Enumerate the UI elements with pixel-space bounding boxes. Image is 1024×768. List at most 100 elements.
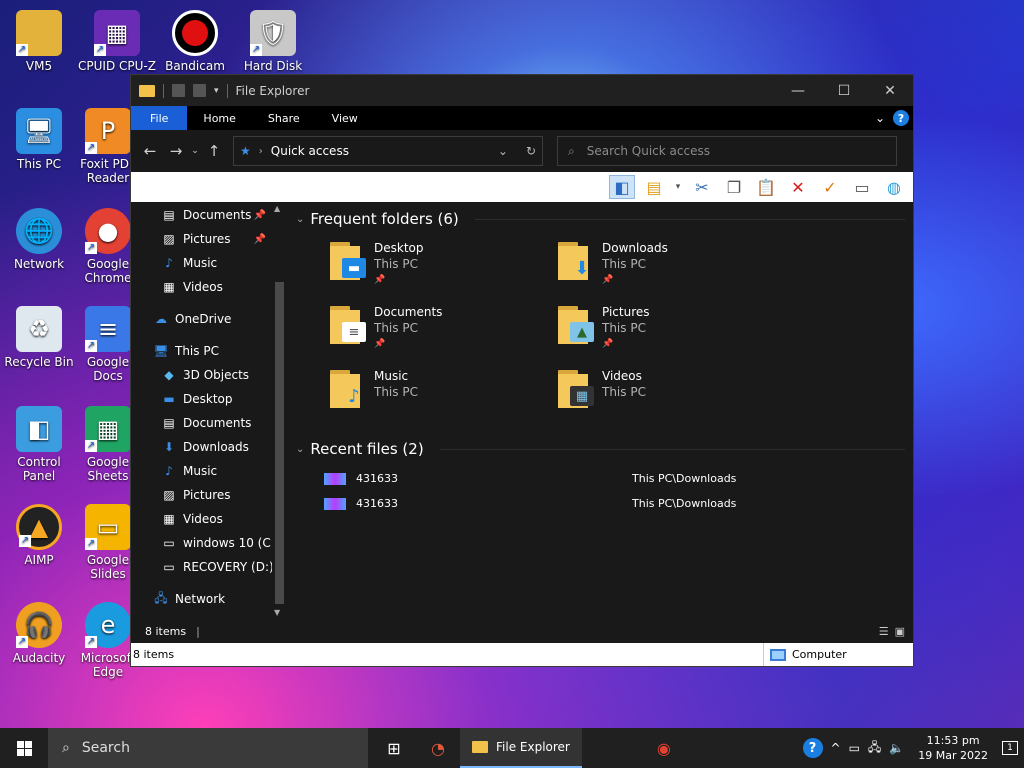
volume-icon[interactable]: 🔈 xyxy=(889,741,904,755)
maximize-button[interactable]: ☐ xyxy=(821,75,867,106)
globe-icon[interactable]: ◍ xyxy=(881,175,907,199)
copy-icon[interactable]: ❐ xyxy=(721,175,747,199)
nav-item-videos-quick[interactable]: ▦ Videos xyxy=(131,275,288,299)
window-title: File Explorer xyxy=(235,83,310,98)
checkmark-icon[interactable]: ✓ xyxy=(817,175,843,199)
customize-chevron-icon[interactable]: ▾ xyxy=(214,86,219,96)
address-dropdown-icon[interactable]: ⌄ xyxy=(498,144,508,158)
image-thumbnail-icon xyxy=(324,497,346,510)
delete-icon[interactable]: ✕ xyxy=(785,175,811,199)
item-count-classic: 8 items xyxy=(133,648,175,661)
chrome-icon[interactable]: ◉ xyxy=(642,728,686,768)
back-button[interactable]: ← xyxy=(137,142,163,160)
folder-tile-music[interactable]: ♪ Music This PC xyxy=(330,364,558,428)
nav-item-onedrive[interactable]: ☁ OneDrive xyxy=(131,307,288,331)
nav-item-pictures[interactable]: ▨ Pictures xyxy=(131,483,288,507)
nav-item-videos[interactable]: ▦ Videos xyxy=(131,507,288,531)
clock[interactable]: 11:53 pm 19 Mar 2022 xyxy=(912,733,994,763)
app-icon[interactable]: ◔ xyxy=(416,728,460,768)
battery-icon[interactable]: ▭ xyxy=(849,741,860,755)
desktop-icon-google-slides[interactable]: ▭ ↗ Google Slides xyxy=(78,504,138,581)
navigation-pane: ▤ Documents 📌 ▨ Pictures 📌 ♪ Music ▦ Vid… xyxy=(131,202,288,619)
nav-item-music[interactable]: ♪ Music xyxy=(131,459,288,483)
nav-item-drive-c[interactable]: ▭ windows 10 (C:) xyxy=(131,531,288,555)
nav-scrollbar[interactable]: ▲ ▼ xyxy=(272,202,286,619)
nav-item-pictures-pinned[interactable]: ▨ Pictures 📌 xyxy=(131,227,288,251)
minimize-button[interactable]: — xyxy=(775,75,821,106)
cut-icon[interactable]: ✂ xyxy=(689,175,715,199)
recent-file-row[interactable]: 431633 This PC\Downloads xyxy=(324,491,913,516)
nav-item-documents[interactable]: ▤ Documents xyxy=(131,411,288,435)
desktop-icon-audacity[interactable]: 🎧 ↗ Audacity xyxy=(0,602,78,665)
nav-item-downloads[interactable]: ⬇ Downloads xyxy=(131,435,288,459)
show-hidden-icons-icon[interactable]: ^ xyxy=(831,741,841,755)
nav-item-desktop[interactable]: ▬ Desktop xyxy=(131,387,288,411)
title-bar[interactable]: ▾ File Explorer — ☐ ✕ xyxy=(131,75,913,106)
up-button[interactable]: ↑ xyxy=(201,142,227,160)
large-icons-view-icon[interactable]: ▣ xyxy=(895,625,905,638)
desktop-icon-edge[interactable]: e ↗ Microsoft Edge xyxy=(78,602,138,679)
address-text[interactable]: Quick access xyxy=(271,144,349,158)
desktop-icon-recycle-bin[interactable]: ♻ Recycle Bin xyxy=(0,306,78,369)
start-button[interactable] xyxy=(0,728,48,768)
tab-share[interactable]: Share xyxy=(252,106,316,130)
desktop-icon-foxit[interactable]: P ↗ Foxit PDF Reader xyxy=(78,108,138,185)
recent-file-row[interactable]: 431633 This PC\Downloads xyxy=(324,466,913,491)
desktop-icon-google-docs[interactable]: ≡ ↗ Google Docs xyxy=(78,306,138,383)
recent-locations-icon[interactable]: ⌄ xyxy=(189,146,201,156)
taskbar-search[interactable]: ⌕ Search xyxy=(48,728,368,768)
folder-tile-downloads[interactable]: ⬇ Downloads This PC 📌 xyxy=(558,236,786,300)
new-folder-icon[interactable] xyxy=(193,84,206,97)
nav-item-3d-objects[interactable]: ◆ 3D Objects xyxy=(131,363,288,387)
dropdown-arrow-icon[interactable]: ▾ xyxy=(673,175,683,199)
nav-item-music-quick[interactable]: ♪ Music xyxy=(131,251,288,275)
desktop-icon-control-panel[interactable]: ◧ Control Panel xyxy=(0,406,78,483)
network-status-icon[interactable]: 🖧 xyxy=(868,738,881,759)
expand-ribbon-icon[interactable]: ⌄ xyxy=(875,111,885,125)
preview-pane-icon[interactable]: ◧ xyxy=(609,175,635,199)
details-view-icon[interactable]: ☰ xyxy=(879,625,889,638)
quick-access-toolbar: ▾ xyxy=(139,83,228,98)
desktop-icon-cpuz[interactable]: ▦ ↗ CPUID CPU-Z xyxy=(78,10,156,73)
folder-tile-videos[interactable]: ▦ Videos This PC xyxy=(558,364,786,428)
desktop-icon-this-pc[interactable]: 🖥 This PC xyxy=(0,108,78,171)
close-button[interactable]: ✕ xyxy=(867,75,913,106)
collapse-chevron-icon: ⌄ xyxy=(296,213,305,225)
tab-home[interactable]: Home xyxy=(187,106,251,130)
search-box[interactable]: ⌕ Search Quick access xyxy=(557,136,897,166)
frequent-folders-header[interactable]: ⌄ Frequent folders (6) xyxy=(296,202,913,236)
desktop-icon-aimp[interactable]: ▲ ↗ AIMP xyxy=(0,504,78,567)
folder-tile-pictures[interactable]: ▲ Pictures This PC 📌 xyxy=(558,300,786,364)
scroll-up-icon[interactable]: ▲ xyxy=(274,204,280,213)
address-bar[interactable]: ★ › Quick access ⌄ ↻ xyxy=(233,136,543,166)
folder-icon xyxy=(139,84,155,97)
desktop-icon-google-sheets[interactable]: ▦ ↗ Google Sheets xyxy=(78,406,138,483)
paste-icon[interactable]: 📋 xyxy=(753,175,779,199)
desktop-icon-chrome[interactable]: ● ↗ Google Chrome xyxy=(78,208,138,285)
notifications-icon[interactable]: 1 xyxy=(1002,741,1018,755)
scroll-down-icon[interactable]: ▼ xyxy=(274,608,280,617)
nav-item-this-pc[interactable]: 🖥 This PC xyxy=(131,339,288,363)
nav-item-network[interactable]: 🖧 Network xyxy=(131,587,288,611)
scrollbar-thumb[interactable] xyxy=(275,282,284,604)
help-icon[interactable]: ? xyxy=(802,738,823,758)
desktop-icon-vm5[interactable]: ↗ VM5 xyxy=(0,10,78,73)
desktop-icon-bandicam[interactable]: Bandicam xyxy=(156,10,234,73)
tab-view[interactable]: View xyxy=(316,106,374,130)
folder-tile-documents[interactable]: ≡ Documents This PC 📌 xyxy=(330,300,558,364)
note-icon[interactable]: ▤ xyxy=(641,175,667,199)
help-icon[interactable]: ? xyxy=(893,110,909,126)
taskbar-file-explorer[interactable]: File Explorer xyxy=(460,728,582,768)
rename-icon[interactable]: ▭ xyxy=(849,175,875,199)
task-view-icon[interactable]: ⊞ xyxy=(372,728,416,768)
folder-tile-desktop[interactable]: ▬ Desktop This PC 📌 xyxy=(330,236,558,300)
nav-item-drive-d[interactable]: ▭ RECOVERY (D:) xyxy=(131,555,288,579)
desktop-icon-network[interactable]: 🌐 Network xyxy=(0,208,78,271)
forward-button[interactable]: → xyxy=(163,142,189,160)
tab-file[interactable]: File xyxy=(131,106,188,130)
refresh-icon[interactable]: ↻ xyxy=(526,144,536,158)
desktop-icon-hard-disk[interactable]: 🛡 ↗ Hard Disk xyxy=(234,10,312,73)
recent-files-header[interactable]: ⌄ Recent files (2) xyxy=(296,432,913,466)
properties-icon[interactable] xyxy=(172,84,185,97)
nav-item-documents-pinned[interactable]: ▤ Documents 📌 xyxy=(131,203,288,227)
